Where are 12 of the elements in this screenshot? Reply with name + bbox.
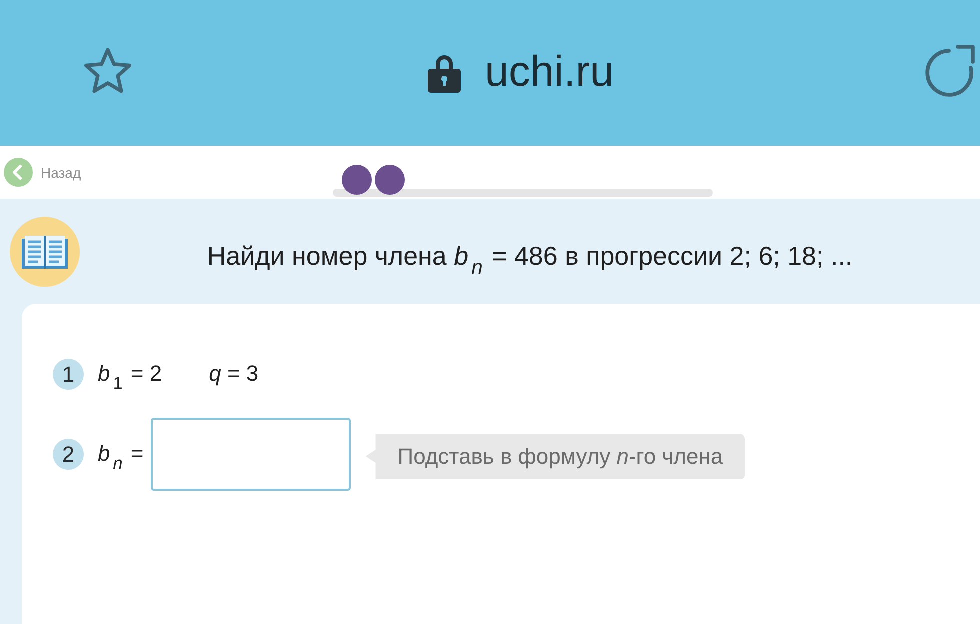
answer-field[interactable]	[150, 418, 351, 491]
book-icon	[10, 216, 80, 286]
question-text: Найди номер члена b$_{n}$ = 486 в прогрессии 2; 6; 18; ...	[206, 241, 854, 272]
formula-text: q = 3	[209, 360, 259, 388]
hint-bubble: Подставь в формулу n-го члена	[366, 434, 746, 480]
lock-icon	[428, 53, 461, 93]
formula-label: b$_{n}$ =	[98, 440, 144, 470]
formula-text: b$_{1}$ = 2	[98, 360, 162, 390]
step-number: 1	[53, 359, 84, 390]
url-text[interactable]: uchi.ru	[484, 48, 614, 98]
chevron-left-icon	[4, 158, 33, 187]
step-number: 2	[53, 439, 84, 470]
